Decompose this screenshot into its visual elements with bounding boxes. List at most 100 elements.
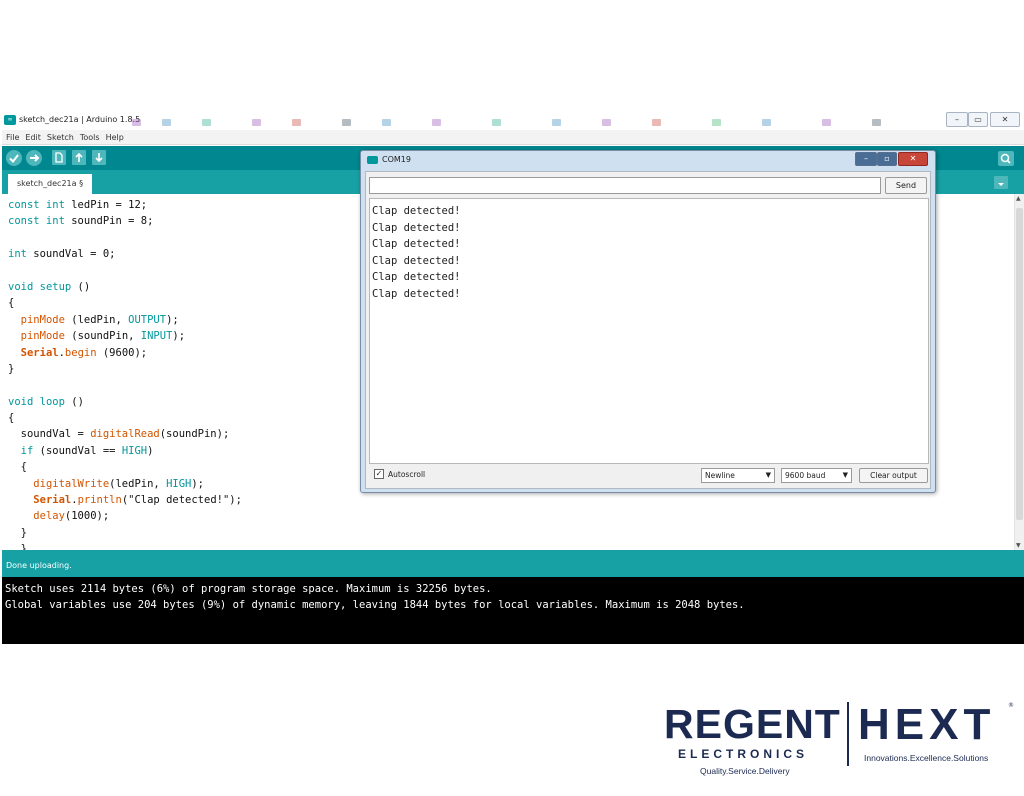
code-token: soundVal = 0; bbox=[26, 248, 116, 261]
code-token: Serial bbox=[20, 346, 59, 359]
baud-rate-select[interactable]: 9600 baud ▼ bbox=[781, 468, 852, 483]
menu-sketch[interactable]: Sketch bbox=[47, 130, 74, 145]
ide-close-button[interactable]: ✕ bbox=[990, 112, 1020, 127]
code-token: (ledPin, bbox=[109, 477, 167, 490]
code-token: (soundVal == bbox=[33, 444, 122, 457]
output-console: Sketch uses 2114 bytes (6%) of program s… bbox=[2, 577, 1024, 644]
open-sketch-button[interactable] bbox=[72, 150, 86, 165]
console-line: Global variables use 204 bytes (9%) of d… bbox=[5, 599, 745, 611]
code-line: const int soundPin = 8; bbox=[8, 213, 242, 229]
code-token: } bbox=[8, 362, 15, 375]
ide-minimize-button[interactable]: – bbox=[946, 112, 968, 127]
code-token: () bbox=[64, 395, 84, 408]
code-token: pinMode bbox=[20, 330, 65, 343]
menu-tools[interactable]: Tools bbox=[80, 130, 100, 145]
code-line: pinMode (ledPin, OUTPUT); bbox=[8, 312, 242, 328]
code-token: HIGH bbox=[166, 477, 192, 490]
serial-output-line: Clap detected! bbox=[372, 254, 461, 267]
code-token: int bbox=[8, 248, 27, 261]
serial-monitor-titlebar: COM19 – ▫ ✕ bbox=[361, 151, 935, 169]
code-token: void bbox=[8, 280, 34, 293]
autoscroll-label: Autoscroll bbox=[388, 470, 426, 479]
code-token: Serial bbox=[33, 494, 72, 507]
scroll-down-icon[interactable]: ▼ bbox=[1016, 542, 1021, 549]
scrollbar-thumb[interactable] bbox=[1016, 208, 1023, 520]
hext-logo-name: HEXT bbox=[858, 700, 996, 749]
logo-divider bbox=[847, 702, 849, 766]
menu-help[interactable]: Help bbox=[106, 130, 124, 145]
code-token: { bbox=[8, 412, 15, 425]
check-icon bbox=[9, 154, 19, 164]
clear-output-button[interactable]: Clear output bbox=[859, 468, 928, 483]
status-text: Done uploading. bbox=[6, 561, 72, 570]
code-token: pinMode bbox=[20, 313, 65, 326]
serial-output-line: Clap detected! bbox=[372, 287, 461, 300]
code-line: } bbox=[8, 541, 242, 550]
menu-file[interactable]: File bbox=[6, 130, 19, 145]
code-line: const int ledPin = 12; bbox=[8, 197, 242, 213]
autoscroll-checkbox[interactable]: ✓ bbox=[374, 469, 384, 479]
scroll-up-icon[interactable]: ▲ bbox=[1016, 195, 1021, 202]
code-token: INPUT bbox=[140, 330, 173, 343]
save-sketch-button[interactable] bbox=[92, 150, 106, 165]
regent-logo-sub: ELECTRONICS bbox=[678, 747, 809, 761]
serial-output-area[interactable]: Clap detected! Clap detected! Clap detecte… bbox=[369, 198, 929, 464]
code-token: HIGH bbox=[121, 444, 148, 457]
window-title: sketch_dec21a | Arduino 1.8.5 bbox=[19, 115, 141, 124]
code-token: (9600); bbox=[96, 346, 148, 359]
code-token: { bbox=[8, 461, 27, 474]
code-token: ); bbox=[172, 330, 186, 343]
code-token: } bbox=[8, 543, 27, 550]
tab-sketch[interactable]: sketch_dec21a § bbox=[8, 174, 92, 194]
verify-button[interactable] bbox=[6, 150, 22, 166]
code-token: ); bbox=[166, 313, 179, 326]
code-token: digitalWrite bbox=[33, 477, 110, 490]
ide-restore-button[interactable]: ▭ bbox=[968, 112, 988, 127]
code-token: ("Clap detected!"); bbox=[121, 494, 242, 507]
code-token: { bbox=[8, 297, 15, 310]
code-token: loop bbox=[39, 395, 65, 408]
code-token: (ledPin, bbox=[64, 313, 129, 326]
line-ending-value: Newline bbox=[705, 471, 735, 480]
background-taskbar-strip bbox=[132, 119, 912, 127]
monitor-minimize-button[interactable]: – bbox=[855, 152, 877, 166]
new-sketch-button[interactable] bbox=[52, 150, 66, 165]
code-line: delay(1000); bbox=[8, 508, 242, 524]
serial-output-line: Clap detected! bbox=[372, 271, 461, 283]
line-ending-select[interactable]: Newline ▼ bbox=[701, 468, 775, 483]
serial-monitor-body: Send Clap detected! Clap detected! Clap de… bbox=[365, 171, 931, 489]
baud-rate-value: 9600 baud bbox=[785, 471, 826, 480]
file-icon bbox=[55, 152, 63, 163]
serial-monitor-window: COM19 – ▫ ✕ Send Clap detected! Clap dete… bbox=[360, 150, 936, 493]
serial-output-line: Clap detected! bbox=[372, 221, 461, 234]
menu-edit[interactable]: Edit bbox=[25, 130, 41, 145]
code-token: () bbox=[71, 280, 91, 293]
send-button[interactable]: Send bbox=[885, 177, 927, 194]
monitor-maximize-button[interactable]: ▫ bbox=[877, 152, 897, 166]
code-token: OUTPUT bbox=[128, 313, 167, 326]
code-token: setup bbox=[39, 280, 72, 293]
monitor-close-button[interactable]: ✕ bbox=[898, 152, 928, 166]
registered-mark: ® bbox=[1008, 702, 1014, 709]
serial-output-line: Clap detected! bbox=[372, 238, 461, 250]
code-token: ledPin = 12; bbox=[64, 199, 148, 211]
code-token: soundVal = bbox=[8, 428, 91, 441]
menu-bar: File Edit Sketch Tools Help bbox=[2, 130, 1024, 145]
code-line: if (soundVal == HIGH) bbox=[8, 443, 242, 459]
code-token: (soundPin); bbox=[159, 428, 230, 441]
tab-menu-button[interactable] bbox=[994, 176, 1008, 189]
serial-send-input[interactable] bbox=[369, 177, 881, 194]
code-line: void loop () bbox=[8, 394, 242, 410]
code-line: { bbox=[8, 410, 242, 426]
upload-button[interactable] bbox=[26, 150, 42, 166]
serial-monitor-button[interactable] bbox=[998, 151, 1014, 166]
console-line: Sketch uses 2114 bytes (6%) of program s… bbox=[5, 583, 492, 595]
magnifier-icon bbox=[1000, 153, 1011, 164]
editor-scrollbar[interactable]: ▲ ▼ bbox=[1014, 194, 1024, 550]
